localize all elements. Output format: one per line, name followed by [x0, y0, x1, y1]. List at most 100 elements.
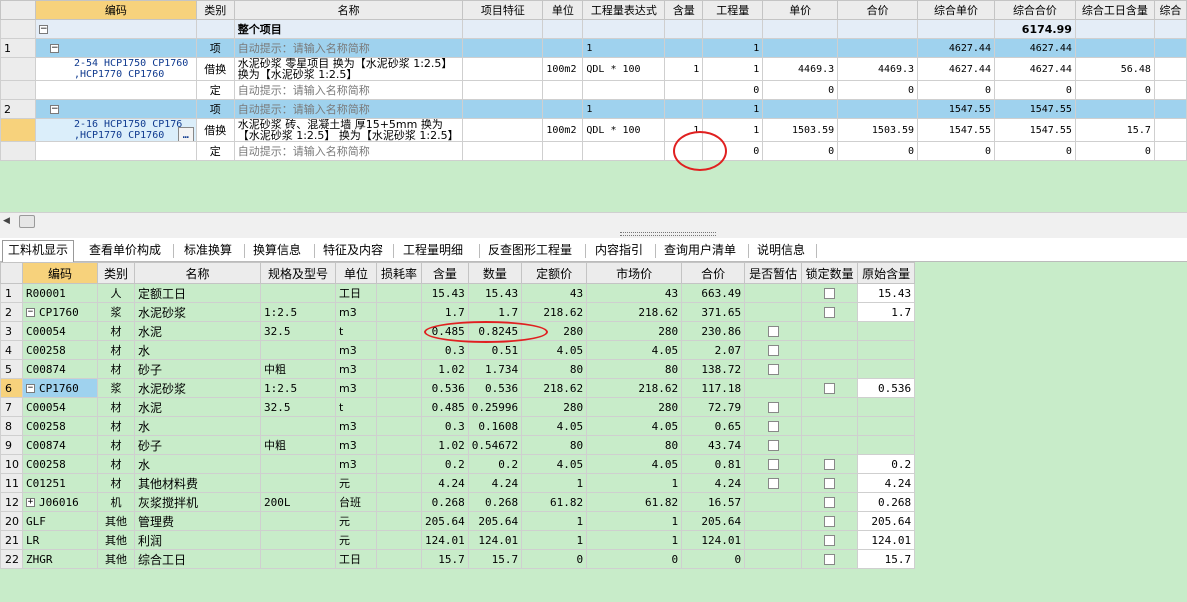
header-price[interactable]: 单价 [762, 0, 839, 20]
material-loss[interactable] [376, 473, 422, 493]
project-row[interactable]: − 整个项目 6174.99 [0, 19, 1187, 39]
quota-expr[interactable]: QDL * 100 [582, 118, 666, 142]
table-row[interactable]: 9 C00874 材砂子 中粗 m3 1.02 0.54672 80 80 43.74 [0, 435, 916, 455]
tab-quantity-detail[interactable]: 工程量明细 [398, 241, 468, 262]
material-orig-content[interactable]: 15.7 [857, 549, 916, 569]
material-spec[interactable]: 中粗 [260, 435, 336, 455]
empty-quota-hint[interactable]: 自动提示：请输入名称简称 [233, 141, 464, 161]
material-loss[interactable] [376, 378, 422, 398]
material-orig-content[interactable] [857, 397, 916, 417]
material-code[interactable]: + J06016 [22, 492, 98, 512]
material-qty[interactable]: 0.25996 [467, 397, 523, 417]
material-spec[interactable]: 1:2.5 [260, 378, 336, 398]
scroll-left-icon[interactable]: ◀ [3, 216, 10, 226]
material-qty[interactable]: 0.268 [467, 492, 523, 512]
empty-quota-hint[interactable]: 自动提示：请输入名称简称 [233, 80, 464, 100]
material-market-price[interactable]: 4.05 [586, 340, 683, 360]
material-spec[interactable]: 中粗 [260, 359, 336, 379]
lock-qty-checkbox[interactable] [824, 516, 836, 527]
header-type[interactable]: 类别 [97, 262, 135, 284]
list-item-row-1[interactable]: 1 − 项 自动提示：请输入名称简称 1 1 4627.44 4627.44 [0, 38, 1187, 58]
header-spec[interactable]: 规格及型号 [260, 262, 336, 284]
material-orig-content[interactable] [857, 435, 916, 455]
material-name[interactable]: 利润 [134, 530, 261, 550]
collapse-icon[interactable]: − [49, 44, 59, 53]
empty-quota-row-2[interactable]: 定 自动提示：请输入名称简称 0 0 0 0 0 0 [0, 141, 1187, 161]
row-expr[interactable]: 1 [582, 38, 666, 58]
collapse-icon[interactable]: − [38, 25, 48, 34]
material-content[interactable]: 15.7 [421, 549, 469, 569]
material-qty[interactable]: 0.51 [467, 340, 523, 360]
material-orig-content[interactable]: 0.536 [857, 378, 916, 398]
material-market-price[interactable]: 1 [586, 511, 683, 531]
material-code[interactable]: ZHGR [22, 549, 98, 569]
header-market-price[interactable]: 市场价 [586, 262, 683, 284]
header-lock-qty[interactable]: 锁定数量 [801, 262, 859, 284]
material-loss[interactable] [376, 340, 422, 360]
header-quota-price[interactable]: 定额价 [521, 262, 588, 284]
header-content[interactable]: 含量 [664, 0, 704, 20]
material-spec[interactable] [260, 549, 336, 569]
header-total[interactable]: 合价 [837, 0, 919, 20]
table-row[interactable]: 8 C00258 材水 m3 0.3 0.1608 4.05 4.05 0.65 [0, 416, 916, 436]
material-qty[interactable]: 4.24 [467, 473, 523, 493]
material-qty[interactable]: 0.54672 [467, 435, 523, 455]
material-content[interactable]: 0.268 [421, 492, 469, 512]
material-loss[interactable] [376, 549, 422, 569]
table-row[interactable]: 4 C00258 材水 m3 0.3 0.51 4.05 4.05 2.07 [0, 340, 916, 360]
material-spec[interactable] [260, 283, 336, 303]
header-labor[interactable]: 综合工日含量 [1074, 0, 1155, 20]
material-name[interactable]: 水 [134, 454, 261, 474]
header-code[interactable]: 编码 [34, 0, 197, 20]
scrollbar-thumb[interactable] [19, 215, 35, 228]
material-code[interactable]: C01251 [22, 473, 98, 493]
splitter-grip[interactable] [620, 232, 716, 236]
header-total[interactable]: 合价 [681, 262, 746, 284]
header-loss[interactable]: 损耗率 [376, 262, 422, 284]
tab-user-list[interactable]: 查询用户清单 [659, 241, 741, 262]
material-spec[interactable]: 32.5 [260, 321, 336, 341]
header-provisional[interactable]: 是否暂估 [744, 262, 803, 284]
material-orig-content[interactable] [857, 416, 916, 436]
material-market-price[interactable]: 218.62 [586, 302, 683, 322]
table-row[interactable]: 6− CP1760 浆水泥砂浆 1:2.5 m3 0.536 0.536 218.62 218.… [0, 378, 916, 398]
material-spec[interactable]: 32.5 [260, 397, 336, 417]
material-spec[interactable] [260, 530, 336, 550]
quota-name[interactable]: 水泥砂浆 砖、混凝土墙 厚15+5mm 换为【水泥砂浆 1:2.5】 换为【水泥… [233, 118, 464, 142]
material-orig-content[interactable] [857, 321, 916, 341]
material-loss[interactable] [376, 321, 422, 341]
more-options-button[interactable]: … [177, 127, 194, 141]
material-qty[interactable]: 0.8245 [467, 321, 523, 341]
quota-qty[interactable]: 1 [702, 118, 764, 142]
provisional-checkbox[interactable] [767, 421, 779, 432]
material-market-price[interactable]: 61.82 [586, 492, 683, 512]
lock-qty-checkbox[interactable] [824, 554, 836, 565]
material-loss[interactable] [376, 454, 422, 474]
tab-standard-conversion[interactable]: 标准换算 [179, 241, 237, 262]
material-orig-content[interactable] [857, 340, 916, 360]
material-content[interactable]: 15.43 [421, 283, 469, 303]
list-item-row-2[interactable]: 2 − 项 自动提示：请输入名称简称 1 1 1547.55 1547.55 [0, 99, 1187, 119]
table-row[interactable]: 21 LR 其他 利润元 124.01 124.01 1 1 124.01 124.01 [0, 530, 916, 550]
material-name[interactable]: 综合工日 [134, 549, 261, 569]
panel-splitter[interactable] [0, 230, 1187, 238]
row-name-hint[interactable]: 自动提示：请输入名称简称 [233, 38, 464, 58]
material-content[interactable]: 0.3 [421, 416, 469, 436]
material-market-price[interactable]: 0 [586, 549, 683, 569]
header-expr[interactable]: 工程量表达式 [582, 0, 666, 20]
header-feature[interactable]: 项目特征 [462, 0, 544, 20]
table-row[interactable]: 3 C00054 材水泥 32.5 t 0.485 0.8245 280 280 230.86 [0, 321, 916, 341]
material-loss[interactable] [376, 416, 422, 436]
material-qty[interactable]: 15.43 [467, 283, 523, 303]
material-market-price[interactable]: 43 [586, 283, 683, 303]
quota-expr[interactable]: QDL * 100 [582, 57, 666, 81]
material-market-price[interactable]: 280 [586, 397, 683, 417]
material-name[interactable]: 管理费 [134, 511, 261, 531]
material-loss[interactable] [376, 511, 422, 531]
material-code[interactable]: C00874 [22, 359, 98, 379]
table-row[interactable]: 20 GLF 其他 管理费元 205.64 205.64 1 1 205.64 205.64 [0, 511, 916, 531]
table-row[interactable]: 10 C00258 材水 m3 0.2 0.2 4.05 4.05 0.81 0.2 [0, 454, 916, 474]
material-market-price[interactable]: 280 [586, 321, 683, 341]
provisional-checkbox[interactable] [767, 440, 779, 451]
row-expr[interactable]: 1 [582, 99, 666, 119]
